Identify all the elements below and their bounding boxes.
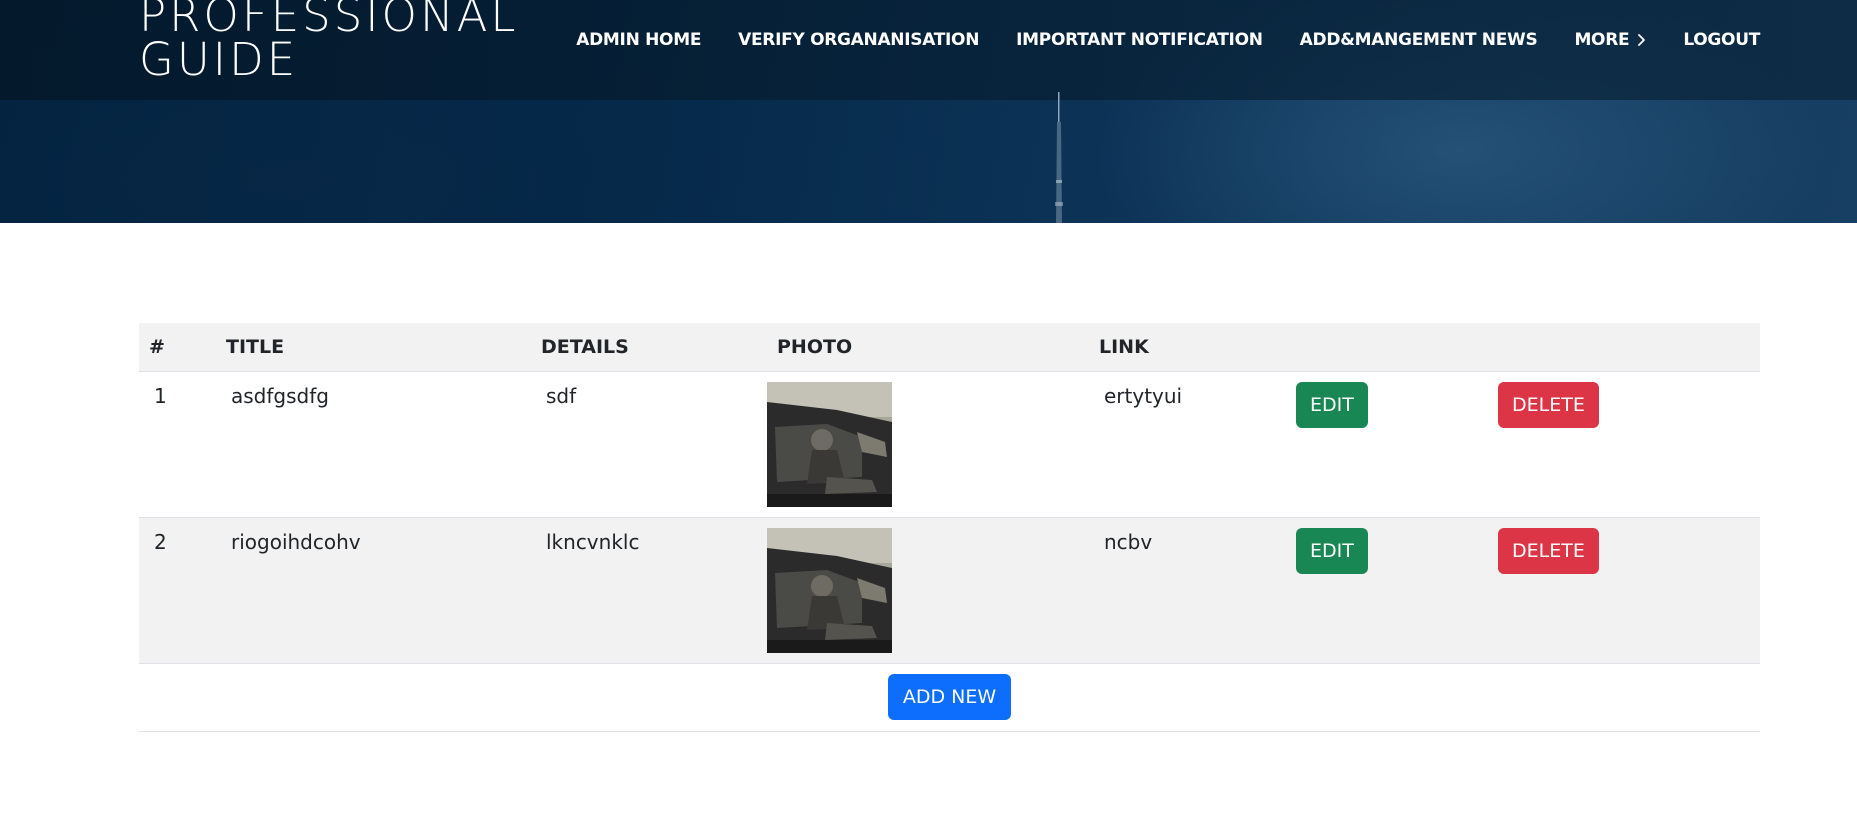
column-header-title: TITLE (216, 323, 531, 372)
cell-photo (767, 517, 1089, 664)
column-header-link: LINK (1089, 323, 1289, 372)
table-header-row: # TITLE DETAILS PHOTO LINK (139, 323, 1760, 372)
column-header-edit (1289, 323, 1491, 372)
nav-item-label: ADMIN HOME (576, 30, 702, 50)
nav-item-more[interactable]: MORE (1574, 28, 1646, 52)
cell-title: asdfgsdfg (216, 371, 531, 518)
column-header-number: # (139, 323, 216, 372)
news-table: # TITLE DETAILS PHOTO LINK 1 asdfgsdfg s… (139, 323, 1760, 732)
news-photo-thumbnail (767, 382, 892, 507)
cell-title: riogoihdcohv (216, 517, 531, 664)
edit-button[interactable]: EDIT (1296, 382, 1368, 428)
cell-photo (767, 371, 1089, 518)
cell-link: ertytyui (1089, 371, 1289, 518)
nav-item-logout[interactable]: LOGOUT (1683, 28, 1760, 52)
add-row: ADD NEW (139, 663, 1760, 732)
cell-edit: EDIT (1289, 371, 1491, 518)
cell-details: sdf (531, 371, 767, 518)
column-header-photo: PHOTO (767, 323, 1089, 372)
add-new-button[interactable]: ADD NEW (887, 674, 1012, 720)
cell-details: lkncvnklc (531, 517, 767, 664)
column-header-details: DETAILS (531, 323, 767, 372)
chevron-right-icon (1638, 34, 1646, 46)
row-title: asdfgsdfg (231, 384, 329, 408)
news-table-section: # TITLE DETAILS PHOTO LINK 1 asdfgsdfg s… (139, 323, 1760, 732)
cell-delete: DELETE (1491, 517, 1760, 664)
nav-item-label: ADD&MANGEMENT NEWS (1299, 30, 1538, 50)
column-header-delete (1491, 323, 1760, 372)
cell-add: ADD NEW (139, 663, 1760, 732)
news-photo-thumbnail (767, 528, 892, 653)
cell-edit: EDIT (1289, 517, 1491, 664)
cell-delete: DELETE (1491, 371, 1760, 518)
brand-title[interactable]: PROFESSIONAL GUIDE (139, 0, 579, 82)
row-number: 2 (154, 530, 167, 554)
nav-item-label: VERIFY ORGANANISATION (738, 30, 980, 50)
table-row: 2 riogoihdcohv lkncvnklc ncbv EDIT DELET… (139, 517, 1760, 664)
row-link: ncbv (1104, 530, 1153, 554)
hero-banner: PROFESSIONAL GUIDE ADMIN HOME VERIFY ORG… (0, 0, 1857, 223)
cell-number: 2 (139, 517, 216, 664)
cell-link: ncbv (1089, 517, 1289, 664)
row-title: riogoihdcohv (231, 530, 361, 554)
cell-number: 1 (139, 371, 216, 518)
row-link: ertytyui (1104, 384, 1183, 408)
nav-item-verify-organisation[interactable]: VERIFY ORGANANISATION (738, 28, 979, 52)
nav-item-important-notification[interactable]: IMPORTANT NOTIFICATION (1016, 28, 1263, 52)
nav-item-label: IMPORTANT NOTIFICATION (1016, 30, 1263, 50)
edit-button[interactable]: EDIT (1296, 528, 1368, 574)
row-number: 1 (154, 384, 167, 408)
delete-button[interactable]: DELETE (1498, 382, 1599, 428)
nav-item-label: MORE (1574, 30, 1630, 50)
nav-item-label: LOGOUT (1683, 30, 1760, 50)
row-details: sdf (546, 384, 577, 408)
delete-button[interactable]: DELETE (1498, 528, 1599, 574)
table-row: 1 asdfgsdfg sdf ertytyui EDIT DELETE (139, 371, 1760, 518)
row-details: lkncvnklc (546, 530, 640, 554)
main-nav: ADMIN HOME VERIFY ORGANANISATION IMPORTA… (576, 28, 1760, 52)
nav-item-add-management-news[interactable]: ADD&MANGEMENT NEWS (1300, 28, 1538, 52)
tower-silhouette-icon (1055, 92, 1063, 223)
nav-item-admin-home[interactable]: ADMIN HOME (576, 28, 701, 52)
